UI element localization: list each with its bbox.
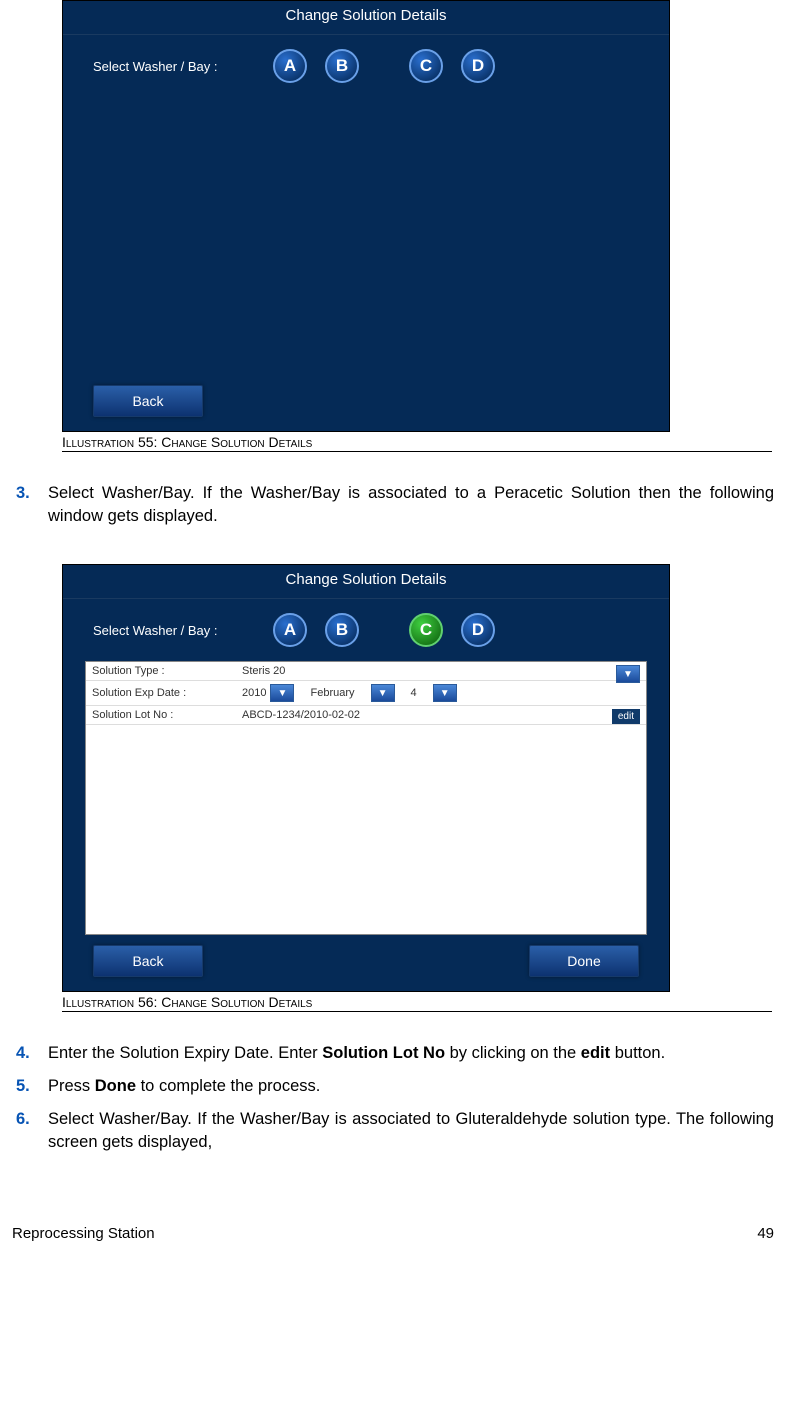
back-button-2[interactable]: Back (93, 945, 203, 977)
back-button[interactable]: Back (93, 385, 203, 417)
illustration-55-caption: Illustration 55: Change Solution Details (62, 434, 772, 452)
solution-exp-label: Solution Exp Date : (92, 687, 242, 699)
window-title: Change Solution Details (63, 1, 669, 34)
step-4-number: 4. (16, 1042, 48, 1065)
window-title-2: Change Solution Details (63, 565, 669, 598)
bay-button-b-2[interactable]: B (325, 613, 359, 647)
step-4-text: Enter the Solution Expiry Date. Enter So… (48, 1042, 776, 1065)
step-5-text: Press Done to complete the process. (48, 1075, 776, 1098)
exp-year-dropdown[interactable]: ▼ (270, 684, 294, 702)
illustration-56-caption: Illustration 56: Change Solution Details (62, 994, 772, 1012)
exp-day-value: 4 (411, 687, 417, 699)
footer-title: Reprocessing Station (12, 1225, 155, 1242)
select-washer-label: Select Washer / Bay : (93, 59, 273, 74)
step-3-number: 3. (16, 482, 48, 528)
bay-button-a[interactable]: A (273, 49, 307, 83)
solution-form-panel: Solution Type : Steris 20 ▼ Solution Exp… (85, 661, 647, 935)
bay-button-d-2[interactable]: D (461, 613, 495, 647)
solution-type-value: Steris 20 (242, 665, 640, 677)
screenshot-change-solution-2: Change Solution Details Select Washer / … (62, 564, 670, 992)
exp-year-value: 2010 (242, 687, 266, 699)
bay-button-c-selected[interactable]: C (409, 613, 443, 647)
step-6-text: Select Washer/Bay. If the Washer/Bay is … (48, 1108, 776, 1154)
screenshot-change-solution-1: Change Solution Details Select Washer / … (62, 0, 670, 432)
edit-button[interactable]: edit (612, 709, 640, 724)
exp-month-dropdown[interactable]: ▼ (371, 684, 395, 702)
bay-button-d[interactable]: D (461, 49, 495, 83)
page-number: 49 (757, 1225, 774, 1242)
step-3-text: Select Washer/Bay. If the Washer/Bay is … (48, 482, 776, 528)
bay-button-c[interactable]: C (409, 49, 443, 83)
exp-month-value: February (310, 687, 354, 699)
solution-lot-label: Solution Lot No : (92, 709, 242, 721)
solution-type-label: Solution Type : (92, 665, 242, 677)
solution-lot-value: ABCD-1234/2010-02-02 (242, 709, 640, 721)
exp-day-dropdown[interactable]: ▼ (433, 684, 457, 702)
done-button[interactable]: Done (529, 945, 639, 977)
step-5-number: 5. (16, 1075, 48, 1098)
step-6-number: 6. (16, 1108, 48, 1154)
bay-button-b[interactable]: B (325, 49, 359, 83)
bay-button-a-2[interactable]: A (273, 613, 307, 647)
select-washer-label-2: Select Washer / Bay : (93, 623, 273, 638)
